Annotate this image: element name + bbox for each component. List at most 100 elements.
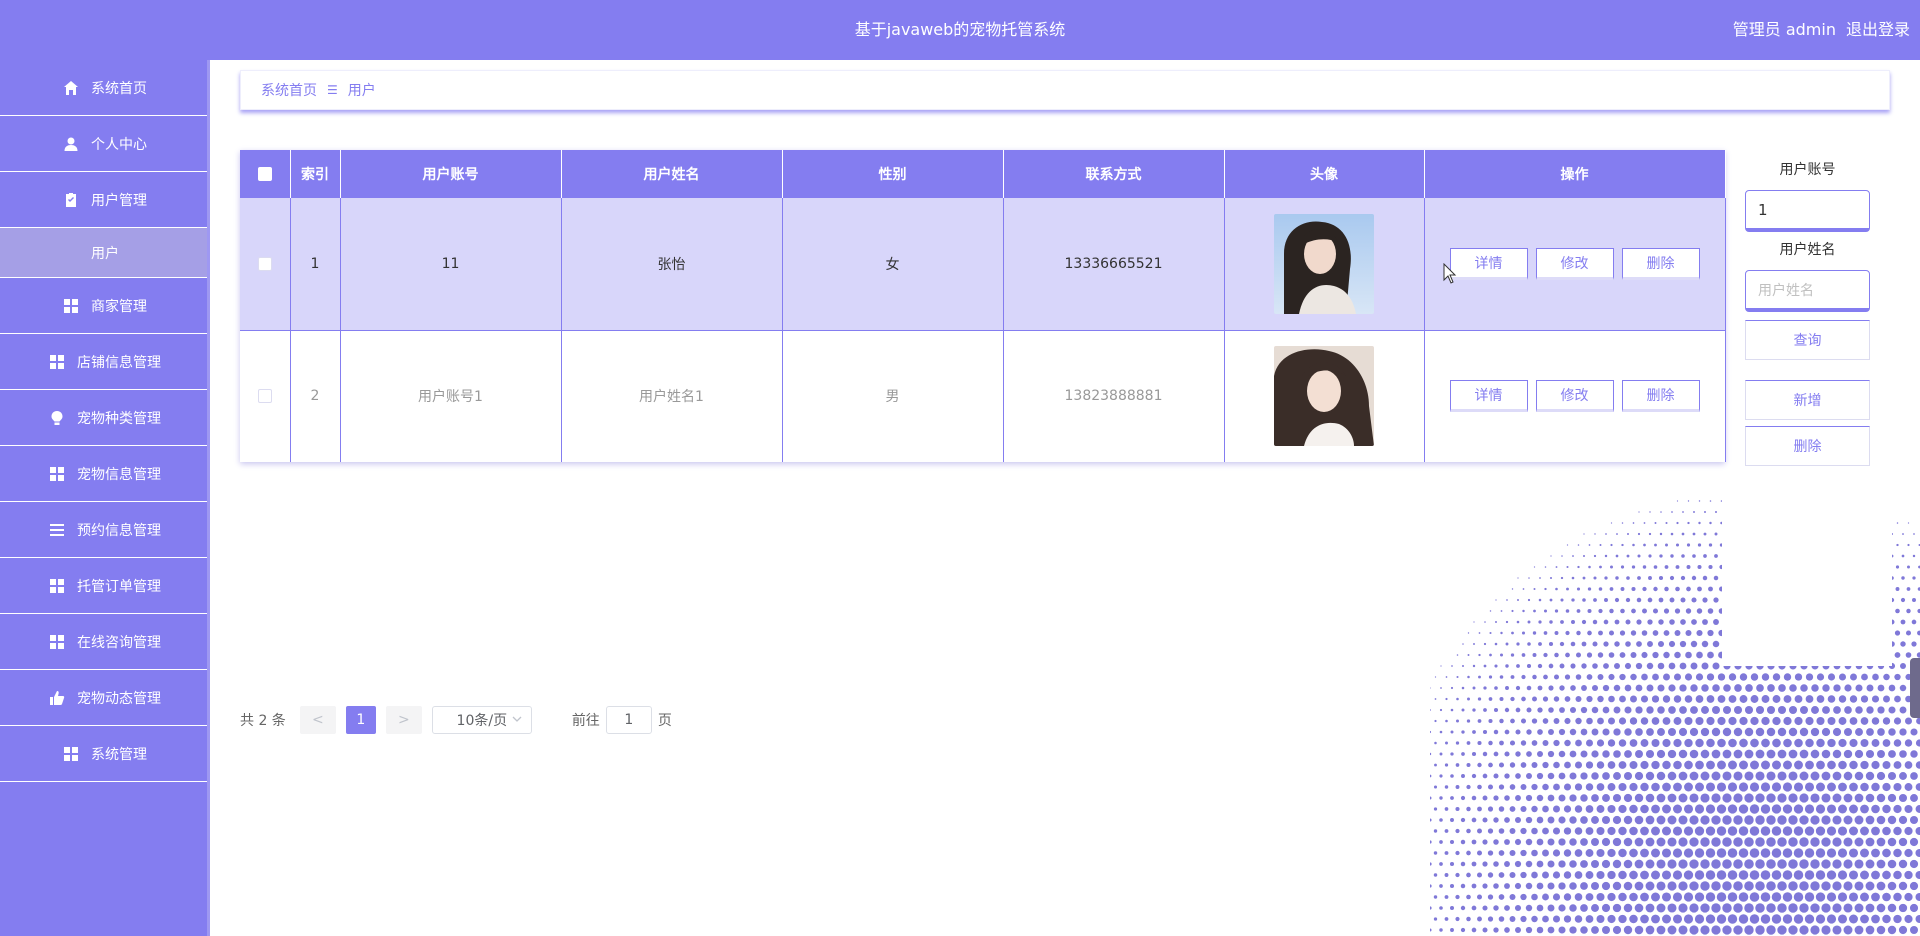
sidebar-item-label: 店铺信息管理 [77, 354, 161, 371]
column-header: 联系方式 [1003, 150, 1225, 198]
goto-suffix: 页 [657, 713, 672, 729]
row-checkbox[interactable] [257, 389, 272, 404]
user-icon [63, 136, 79, 152]
pagination: 共 2 条 < 1 > 10条/页 前往 1 页 [240, 706, 672, 734]
sidebar-item-user-management[interactable]: 用户管理 [0, 172, 210, 228]
table-row[interactable]: 1 11 张怡 女 13336665521 详情 修改 删除 [240, 198, 1726, 330]
add-button[interactable]: 新增 [1745, 380, 1870, 420]
sidebar-divider [207, 60, 210, 936]
grid-icon [49, 578, 65, 594]
sidebar-subitem-users[interactable]: 用户 [0, 228, 210, 278]
sidebar-item-consultation[interactable]: 在线咨询管理 [0, 614, 210, 670]
sidebar-item-label: 个人中心 [91, 136, 147, 153]
sidebar-item-label: 宠物信息管理 [77, 466, 161, 483]
sidebar-item-pet-news[interactable]: 宠物动态管理 [0, 670, 210, 726]
index-cell: 1 [290, 198, 341, 330]
sidebar-item-home[interactable]: 系统首页 [0, 60, 210, 116]
goto-page-input[interactable]: 1 [605, 706, 652, 734]
sidebar-item-label: 在线咨询管理 [77, 634, 161, 651]
account-search-input[interactable]: 1 [1745, 190, 1870, 232]
query-button[interactable]: 查询 [1745, 320, 1870, 360]
actions-cell: 详情 修改 删除 [1424, 198, 1726, 330]
name-cell: 用户姓名1 [561, 330, 783, 462]
batch-delete-button[interactable]: 删除 [1745, 426, 1870, 466]
row-select-cell [240, 198, 291, 330]
sidebar-item-boarding-orders[interactable]: 托管订单管理 [0, 558, 210, 614]
mouse-cursor-icon [1443, 263, 1457, 284]
thumb-icon [49, 690, 65, 706]
name-search-input[interactable]: 用户姓名 [1745, 270, 1870, 312]
breadcrumb: 系统首页 ☰ 用户 [240, 70, 1890, 110]
sidebar-item-profile[interactable]: 个人中心 [0, 116, 210, 172]
detail-button[interactable]: 详情 [1449, 247, 1528, 280]
sidebar-item-label: 系统首页 [91, 80, 147, 97]
phone-cell: 13336665521 [1003, 198, 1225, 330]
sidebar-item-appointments[interactable]: 预约信息管理 [0, 502, 210, 558]
prev-page-button[interactable]: < [299, 706, 336, 734]
edit-button[interactable]: 修改 [1535, 247, 1614, 280]
page-size-select[interactable]: 10条/页 [431, 706, 532, 734]
table-row[interactable]: 2 用户账号1 用户姓名1 男 13823888881 详情 修改 删除 [240, 330, 1726, 462]
home-icon [63, 80, 79, 96]
column-header: 操作 [1424, 150, 1726, 198]
goto-prefix: 前往 [571, 713, 600, 729]
sidebar-item-label: 预约信息管理 [77, 522, 161, 539]
sidebar-item-label: 宠物动态管理 [77, 690, 161, 707]
delete-button[interactable]: 删除 [1621, 247, 1700, 280]
row-select-cell [240, 330, 291, 462]
select-all-checkbox[interactable] [257, 167, 272, 181]
user-table: 索引 用户账号 用户姓名 性别 联系方式 头像 操作 1 11 张怡 女 133… [240, 150, 1726, 462]
name-cell: 张怡 [561, 198, 783, 330]
decorative-white-block [1722, 490, 1892, 666]
avatar-cell [1224, 198, 1425, 330]
sidebar-item-label: 商家管理 [91, 298, 147, 315]
row-checkbox[interactable] [257, 256, 272, 271]
select-all-header [240, 150, 291, 198]
sidebar-item-label: 系统管理 [91, 746, 147, 763]
sidebar-item-system[interactable]: 系统管理 [0, 726, 210, 782]
sidebar-item-label: 托管订单管理 [77, 578, 161, 595]
sidebar-item-merchants[interactable]: 商家管理 [0, 278, 210, 334]
table-header-row: 索引 用户账号 用户姓名 性别 联系方式 头像 操作 [240, 150, 1726, 198]
grid-icon [49, 354, 65, 370]
grid-icon [63, 746, 79, 762]
column-header: 用户账号 [340, 150, 562, 198]
sidebar-item-shop-info[interactable]: 店铺信息管理 [0, 334, 210, 390]
avatar[interactable] [1274, 213, 1374, 314]
user-box: 管理员 admin 退出登录 [1723, 0, 1910, 60]
app-title: 基于javaweb的宠物托管系统 [854, 20, 1066, 39]
name-search-label: 用户姓名 [1779, 242, 1836, 258]
edit-button[interactable]: 修改 [1535, 380, 1614, 413]
column-header: 索引 [290, 150, 341, 198]
grid-icon [49, 634, 65, 650]
page-number-current[interactable]: 1 [345, 706, 376, 734]
list-icon [49, 522, 65, 538]
chevron-down-icon [512, 716, 522, 722]
index-cell: 2 [290, 330, 341, 462]
sidebar-item-label: 宠物种类管理 [77, 410, 161, 427]
total-count: 共 2 条 [240, 713, 286, 729]
delete-button[interactable]: 删除 [1621, 380, 1700, 413]
grid-icon [63, 298, 79, 314]
gender-cell: 女 [782, 198, 1004, 330]
sidebar-item-pet-info[interactable]: 宠物信息管理 [0, 446, 210, 502]
detail-button[interactable]: 详情 [1449, 380, 1528, 413]
sidebar-item-pet-category[interactable]: 宠物种类管理 [0, 390, 210, 446]
top-bar: 基于javaweb的宠物托管系统 管理员 admin 退出登录 [0, 0, 1920, 60]
avatar[interactable] [1274, 346, 1374, 447]
sidebar: 系统首页 个人中心 用户管理 用户 商家管理 店铺信息管理 宠物种类管理 宠物信… [0, 60, 210, 936]
logout-link[interactable]: 退出登录 [1846, 20, 1910, 39]
breadcrumb-home[interactable]: 系统首页 [261, 80, 317, 100]
column-header: 性别 [782, 150, 1004, 198]
side-drawer-handle[interactable] [1910, 658, 1920, 718]
next-page-button[interactable]: > [385, 706, 422, 734]
account-cell: 11 [340, 198, 562, 330]
grid-icon [49, 466, 65, 482]
column-header: 用户姓名 [561, 150, 783, 198]
column-header: 头像 [1224, 150, 1425, 198]
breadcrumb-separator-icon: ☰ [327, 83, 338, 97]
clipboard-icon [63, 192, 79, 208]
gender-cell: 男 [782, 330, 1004, 462]
sidebar-item-label: 用户管理 [91, 192, 147, 209]
actions-cell: 详情 修改 删除 [1424, 330, 1726, 462]
